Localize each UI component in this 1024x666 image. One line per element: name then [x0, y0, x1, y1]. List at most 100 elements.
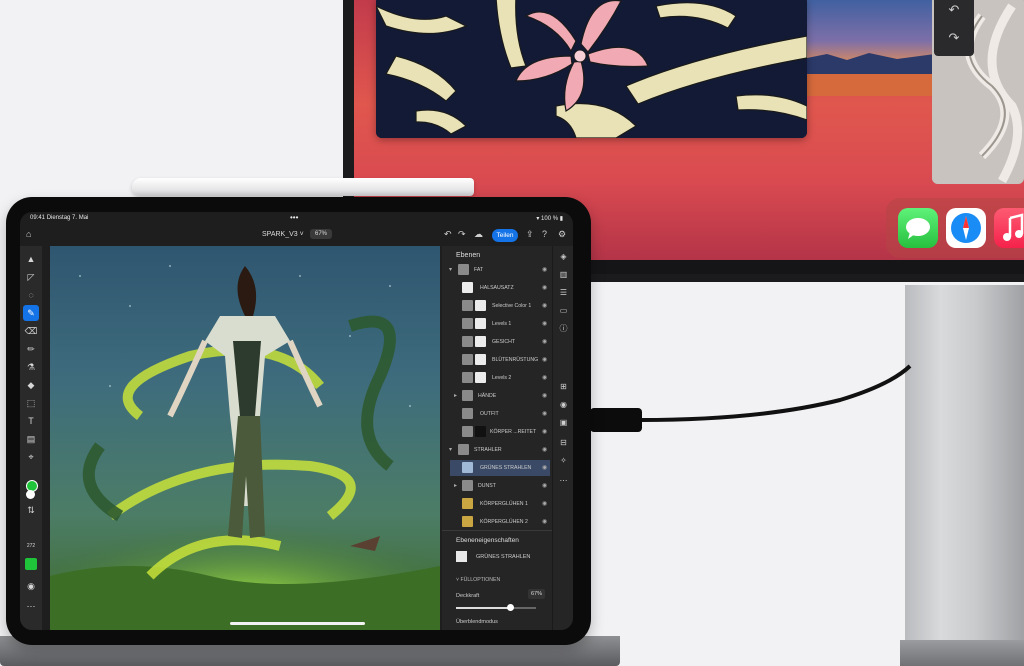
layer-stack-icon[interactable]: ▥ [557, 268, 570, 281]
visibility-eye-icon[interactable]: ◉ [542, 374, 547, 381]
comments-icon[interactable]: ▭ [557, 304, 570, 317]
opacity-slider[interactable] [456, 604, 536, 611]
layer-thumbnail [462, 336, 473, 347]
photoshop-app: 09:41 Dienstag 7. Mai ••• ▾ 100 % ▮ ⌂ SP… [20, 212, 573, 630]
visibility-icon[interactable]: ◉ [557, 398, 570, 411]
adjustment-icon [462, 300, 473, 311]
layer-thumbnail [462, 408, 473, 419]
visibility-eye-icon[interactable]: ◉ [542, 392, 547, 399]
layer-row[interactable]: HALSAUSATZ ◉ [450, 280, 550, 296]
document-canvas[interactable] [50, 246, 440, 630]
eyedropper-tool-icon[interactable]: ⌖ [23, 449, 39, 465]
adjustment-layer-icon[interactable]: ⊟ [557, 436, 570, 449]
mask-icon[interactable]: ▣ [557, 416, 570, 429]
adjustments-icon[interactable]: ☰ [557, 286, 570, 299]
layer-row[interactable]: OUTFIT ◉ [450, 406, 550, 422]
tool-bar: ▲ ◸ ◌ ✎ ⌫ ✏ ⚗ ◆ ⬚ T ▤ ⌖ ⇅ 272 ◉ ⋯ [20, 246, 42, 630]
brush-tool-icon[interactable]: ✎ [23, 305, 39, 321]
group-folder-icon [462, 390, 473, 401]
layer-mask [475, 300, 486, 311]
background-color-swatch[interactable] [26, 490, 35, 499]
redo-icon[interactable]: ↷ [458, 229, 466, 240]
home-icon[interactable]: ⌂ [26, 229, 31, 239]
visibility-eye-icon[interactable]: ◉ [542, 266, 547, 273]
multitasking-dots[interactable]: ••• [290, 213, 298, 222]
expand-chevron-icon[interactable]: ▾ [449, 266, 452, 273]
layer-row[interactable]: GESICHT ◉ [450, 334, 550, 350]
visibility-eye-icon[interactable]: ◉ [542, 320, 547, 327]
visibility-eye-icon[interactable]: ◉ [542, 428, 547, 435]
layer-row[interactable]: ▾ STRAHLER ◉ [449, 442, 550, 458]
expand-chevron-icon[interactable]: ▾ [449, 446, 452, 453]
visibility-eye-icon[interactable]: ◉ [542, 446, 547, 453]
layer-name: Levels 1 [492, 321, 512, 327]
apple-pencil [132, 178, 474, 196]
blend-mode-label: Überblendmodus [456, 619, 498, 625]
layer-row[interactable]: BLÜTENRÜSTUNG ◉ [450, 352, 550, 368]
pencil-tool-icon[interactable]: ✏ [23, 341, 39, 357]
opacity-slider-fill [456, 607, 510, 609]
document-title[interactable]: SPARK_V3 ˅ [262, 231, 304, 238]
layer-row[interactable]: ▾ FAT ◉ [449, 262, 550, 278]
layer-thumbnail [462, 516, 473, 527]
blend-options-header[interactable]: ˅ FÜLLOPTIONEN [456, 577, 500, 583]
visibility-eye-icon[interactable]: ◉ [542, 284, 547, 291]
more-options-icon[interactable]: ⋯ [557, 474, 570, 487]
type-tool-icon[interactable]: T [23, 413, 39, 429]
fx-icon[interactable]: ✧ [557, 454, 570, 467]
visibility-eye-icon[interactable]: ◉ [542, 356, 547, 363]
layer-thumbnail [456, 551, 467, 562]
expand-chevron-icon[interactable]: ▸ [454, 392, 457, 399]
cloud-icon[interactable]: ☁ [474, 229, 483, 240]
zoom-level[interactable]: 67% [310, 229, 333, 239]
visibility-eye-icon[interactable]: ◉ [542, 482, 547, 489]
expand-chevron-icon[interactable]: ▸ [454, 482, 457, 489]
layer-row[interactable]: KÖRPER ...REITET ◉ [450, 424, 550, 440]
clone-stamp-tool-icon[interactable]: ⚗ [23, 359, 39, 375]
layers-icon[interactable]: ◈ [557, 250, 570, 263]
more-tools-icon[interactable]: ⋯ [23, 598, 39, 614]
layers-panel-title: Ebenen [456, 252, 481, 259]
adjustment-icon [462, 372, 473, 383]
layer-row[interactable]: Levels 2 ◉ [450, 370, 550, 386]
undo-icon[interactable]: ↶ [444, 229, 452, 240]
opacity-value[interactable]: 67% [528, 589, 546, 599]
layer-row[interactable]: Selective Color 1 ◉ [450, 298, 550, 314]
help-icon[interactable]: ? [542, 229, 547, 239]
layer-row[interactable]: ▸ HÄNDE ◉ [450, 388, 550, 404]
brush-color-chip[interactable] [25, 558, 37, 570]
layer-mask [475, 426, 486, 437]
layer-name: Selective Color 1 [492, 303, 532, 309]
crop-tool-icon[interactable]: ⬚ [23, 395, 39, 411]
home-indicator[interactable] [230, 622, 365, 625]
eraser-tool-icon[interactable]: ⌫ [23, 323, 39, 339]
lasso-tool-icon[interactable]: ◌ [23, 287, 39, 303]
visibility-eye-icon[interactable]: ◉ [542, 500, 547, 507]
move-tool-icon[interactable]: ▲ [23, 251, 39, 267]
transform-tool-icon[interactable]: ◸ [23, 269, 39, 285]
fill-tool-icon[interactable]: ◆ [23, 377, 39, 393]
layer-row[interactable]: Levels 1 ◉ [450, 316, 550, 332]
settings-gear-icon[interactable]: ⚙ [558, 229, 566, 240]
visibility-eye-icon[interactable]: ◉ [542, 518, 547, 525]
add-layer-icon[interactable]: ⊞ [557, 380, 570, 393]
opacity-slider-handle[interactable] [506, 604, 514, 611]
layer-row[interactable]: KÖRPERGLÜHEN 2 ◉ [450, 514, 550, 530]
swap-colors-icon[interactable]: ⇅ [23, 502, 39, 518]
visibility-eye-icon[interactable]: ◉ [542, 410, 547, 417]
layer-name: KÖRPERGLÜHEN 2 [480, 519, 528, 525]
place-image-icon[interactable]: ▤ [23, 431, 39, 447]
brush-settings-icon[interactable]: ◉ [23, 578, 39, 594]
visibility-eye-icon[interactable]: ◉ [542, 338, 547, 345]
layer-thumbnail [462, 282, 473, 293]
visibility-eye-icon[interactable]: ◉ [542, 464, 547, 471]
layer-row-selected[interactable]: GRÜNES STRAHLEN ◉ [450, 460, 550, 476]
info-icon[interactable]: ⓘ [557, 322, 570, 335]
layer-name: OUTFIT [480, 411, 499, 417]
layer-row[interactable]: ▸ DUNST ◉ [450, 478, 550, 494]
brush-size-value[interactable]: 272 [23, 538, 39, 554]
export-icon[interactable]: ⇪ [526, 229, 534, 240]
layer-row[interactable]: KÖRPERGLÜHEN 1 ◉ [450, 496, 550, 512]
visibility-eye-icon[interactable]: ◉ [542, 302, 547, 309]
share-button[interactable]: Teilen [492, 229, 518, 242]
